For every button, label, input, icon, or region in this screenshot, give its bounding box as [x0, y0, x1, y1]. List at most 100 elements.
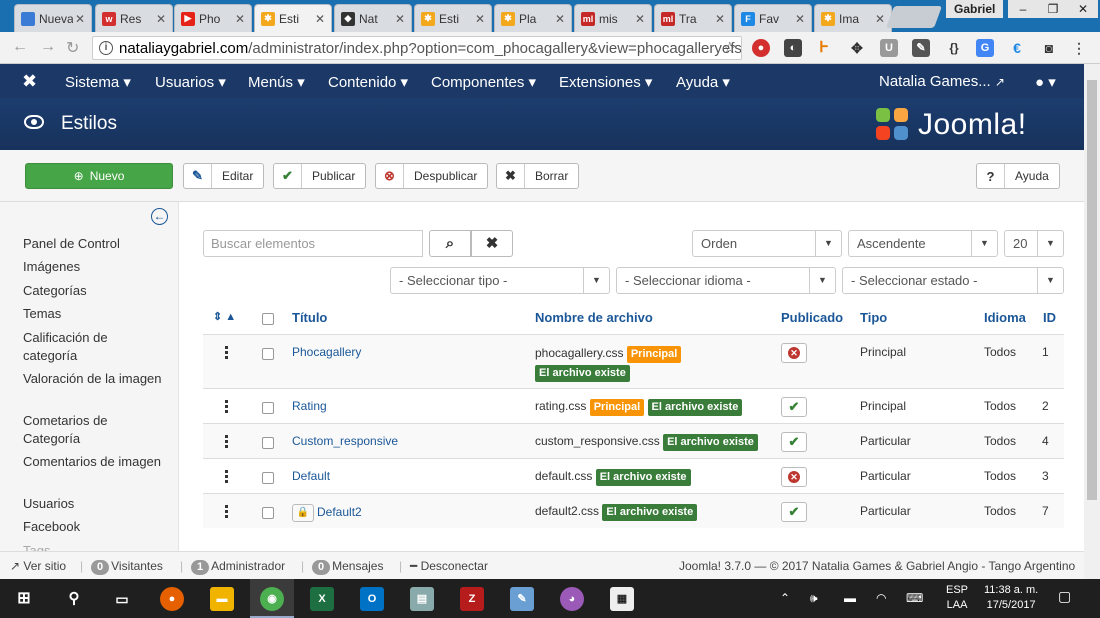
nav-extensiones[interactable]: Extensiones ▾	[559, 73, 652, 91]
excel-icon[interactable]: X	[310, 587, 334, 611]
extension-bracket-icon[interactable]: Ͱ	[815, 39, 833, 57]
dropbox-icon[interactable]: ✥	[848, 39, 866, 57]
sidebar-item-categories[interactable]: Categorías	[23, 282, 163, 300]
tab-close-icon[interactable]: ✕	[555, 12, 565, 26]
row-checkbox[interactable]	[262, 402, 274, 414]
col-filename[interactable]: Nombre de archivo	[535, 310, 653, 325]
col-title[interactable]: Título	[292, 310, 327, 325]
search-input[interactable]: Buscar elementos	[203, 230, 423, 257]
volume-icon[interactable]: 🕪	[810, 591, 818, 606]
row-title-link[interactable]: Custom_responsive	[292, 434, 398, 448]
publish-toggle[interactable]: ✔	[781, 432, 807, 452]
drag-handle-icon[interactable]	[225, 400, 229, 415]
direction-select[interactable]: Ascendente ▼	[848, 230, 998, 257]
maximize-icon[interactable]: ❐	[1038, 0, 1068, 18]
sidebar-item-category-comments[interactable]: Cometarios de Categoría	[23, 412, 163, 448]
drag-handle-icon[interactable]	[225, 505, 229, 520]
sidebar-item-panel[interactable]: Panel de Control	[23, 235, 163, 253]
clear-button[interactable]: ✖	[471, 230, 513, 257]
tab-close-icon[interactable]: ✕	[315, 12, 325, 26]
nav-sistema[interactable]: Sistema ▾	[65, 73, 131, 91]
table-row[interactable]: Phocagallery phocagallery.css Principal E…	[203, 334, 1064, 388]
joomla-small-logo-icon[interactable]: ✖	[22, 71, 37, 92]
new-button[interactable]: ⊕ Nuevo	[25, 163, 173, 189]
tab-close-icon[interactable]: ✕	[475, 12, 485, 26]
close-window-icon[interactable]: ✕	[1068, 0, 1098, 18]
sidebar-item-image-comments[interactable]: Comentarios de imagen	[23, 453, 163, 471]
table-row[interactable]: Custom_responsive custom_responsive.css E…	[203, 423, 1064, 458]
drag-handle-icon[interactable]	[225, 470, 229, 485]
extension-spy-icon[interactable]: ◐	[784, 39, 802, 57]
tab-close-icon[interactable]: ✕	[395, 12, 405, 26]
browser-tab[interactable]: ✱ Pla ✕	[494, 4, 572, 32]
collapse-sidebar-icon[interactable]: ←	[151, 208, 168, 225]
table-row[interactable]: 🔒 Default2 default2.css El archivo existe ✔…	[203, 493, 1064, 528]
row-title-link[interactable]: Default	[292, 469, 330, 483]
row-title-link[interactable]: Rating	[292, 399, 327, 413]
row-checkbox[interactable]	[262, 437, 274, 449]
help-button[interactable]: ? Ayuda	[976, 163, 1060, 189]
publish-toggle[interactable]: ✔	[781, 397, 807, 417]
filezilla-icon[interactable]: Z	[460, 587, 484, 611]
table-row[interactable]: Default default.css El archivo existe ✕ Par…	[203, 458, 1064, 493]
reload-icon[interactable]: ↻	[66, 38, 79, 58]
browser-tab[interactable]: ✱ Esti ✕	[414, 4, 492, 32]
drag-handle-icon[interactable]	[225, 435, 229, 450]
browser-tab[interactable]: w Res ✕	[95, 4, 173, 32]
nav-usuarios[interactable]: Usuarios ▾	[155, 73, 226, 91]
tab-close-icon[interactable]: ✕	[795, 12, 805, 26]
photos-icon[interactable]: ◕	[560, 587, 584, 611]
browser-tab[interactable]: Nueva ✕	[14, 4, 92, 32]
state-select[interactable]: - Seleccionar estado - ▼	[842, 267, 1064, 294]
search-icon[interactable]: ⚲	[62, 587, 86, 611]
type-select[interactable]: - Seleccionar tipo - ▼	[390, 267, 610, 294]
col-type[interactable]: Tipo	[860, 310, 887, 325]
user-menu[interactable]: ● ▾	[1035, 73, 1056, 91]
logout-link[interactable]: ━ Desconectar	[410, 559, 488, 573]
browser-tab[interactable]: ✱ Ima ✕	[814, 4, 892, 32]
browser-tab[interactable]: ml mis ✕	[574, 4, 652, 32]
calendar-icon[interactable]: ▦	[610, 587, 634, 611]
extension-shield2-icon[interactable]: U	[880, 39, 898, 57]
tab-close-icon[interactable]: ✕	[635, 12, 645, 26]
notes-icon[interactable]: ✎	[510, 587, 534, 611]
language-indicator[interactable]: ESP LAA	[946, 583, 968, 613]
nav-contenido[interactable]: Contenido ▾	[328, 73, 408, 91]
visitors-link[interactable]: 0 Visitantes	[91, 559, 163, 575]
minimize-icon[interactable]: –	[1008, 0, 1038, 18]
file-explorer-icon[interactable]: ▬	[210, 587, 234, 611]
translate-icon[interactable]: G	[976, 39, 994, 57]
table-row[interactable]: Rating rating.css Principal El archivo ex…	[203, 388, 1064, 423]
unpublish-button[interactable]: ⊗ Despublicar	[375, 163, 489, 189]
sidebar-item-images[interactable]: Imágenes	[23, 258, 163, 276]
keyboard-icon[interactable]: ⌨	[906, 591, 923, 606]
drag-handle-icon[interactable]	[225, 346, 229, 361]
col-id[interactable]: ID	[1043, 310, 1056, 325]
extension-euro-icon[interactable]: €	[1008, 39, 1026, 57]
firefox-icon[interactable]: ●	[160, 587, 184, 611]
row-checkbox[interactable]	[262, 507, 274, 519]
scrollbar-thumb[interactable]	[1087, 80, 1097, 500]
language-select[interactable]: - Seleccionar idioma - ▼	[616, 267, 836, 294]
browser-tab[interactable]: ✱ Esti ✕	[254, 4, 332, 32]
limit-select[interactable]: 20 ▼	[1004, 230, 1064, 257]
nav-menus[interactable]: Menús ▾	[248, 73, 305, 91]
info-icon[interactable]: i	[99, 41, 113, 55]
tab-close-icon[interactable]: ✕	[156, 12, 166, 26]
row-checkbox[interactable]	[262, 472, 274, 484]
back-icon[interactable]: ←	[12, 38, 28, 56]
window-user-name[interactable]: Gabriel	[946, 0, 1004, 18]
sort-ordering-icon[interactable]: ⇕ ▲	[213, 310, 236, 323]
edit-button[interactable]: ✎ Editar	[183, 163, 265, 189]
wifi-icon[interactable]: ◠	[876, 591, 886, 606]
nav-ayuda[interactable]: Ayuda ▾	[676, 73, 730, 91]
tab-close-icon[interactable]: ✕	[235, 12, 245, 26]
extension-shield-icon[interactable]: ●	[752, 39, 770, 57]
bookmark-star-icon[interactable]: ☆	[723, 38, 737, 58]
messages-link[interactable]: 0 Mensajes	[312, 559, 383, 575]
sidebar-item-image-rating[interactable]: Valoración de la imagen	[23, 370, 163, 388]
row-title-link[interactable]: Phocagallery	[292, 345, 361, 359]
browser-tab[interactable]: ml Tra ✕	[654, 4, 732, 32]
forward-icon[interactable]: →	[40, 38, 56, 56]
browser-tab[interactable]: ◆ Nat ✕	[334, 4, 412, 32]
